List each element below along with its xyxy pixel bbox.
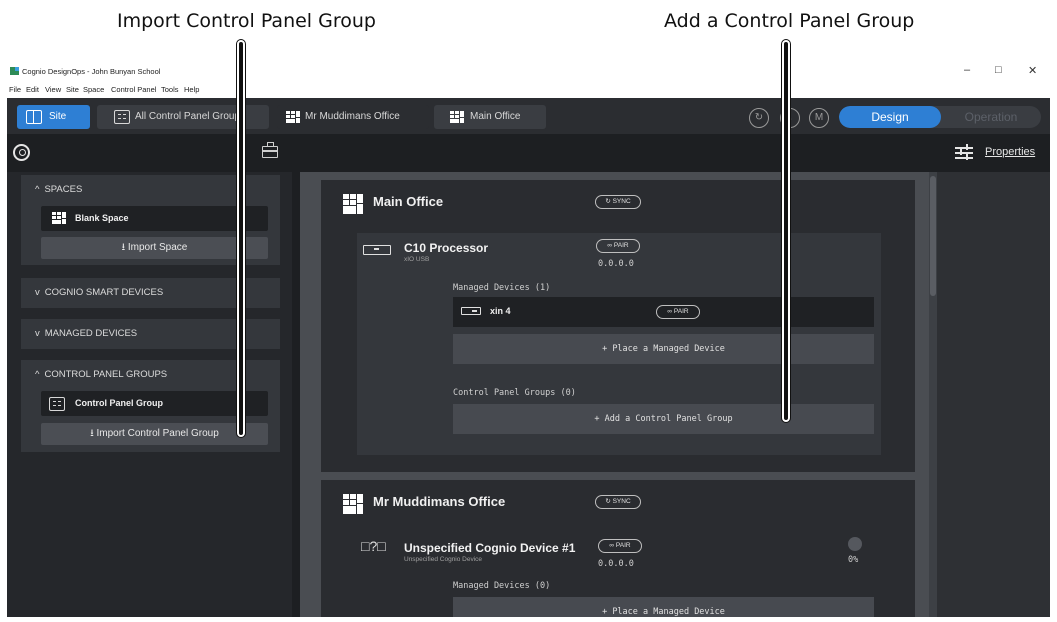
tab-main-office[interactable]: Main Office (434, 105, 546, 129)
space-grid-icon (286, 111, 300, 123)
import-space-button[interactable]: ⭳ Import Space (41, 237, 268, 259)
menu-control-panel[interactable]: Control Panel (111, 85, 156, 94)
callout-add-label: Add a Control Panel Group (664, 10, 915, 32)
callout-import-label: Import Control Panel Group (117, 10, 376, 32)
device-ip: 0.0.0.0 (598, 259, 634, 269)
space-title: Main Office (373, 194, 444, 209)
pair-button[interactable]: ∞ PAIR (598, 539, 642, 553)
space-title: Mr Muddimans Office (373, 494, 506, 509)
place-managed-device-button[interactable]: + Place a Managed Device (453, 334, 874, 364)
place-managed-device-button[interactable]: + Place a Managed Device (453, 597, 874, 617)
chevron-up-icon: ^ (35, 184, 40, 195)
import-control-panel-group-button[interactable]: ⭳ Import Control Panel Group (41, 423, 268, 445)
sliders-icon (955, 144, 973, 160)
control-panel-icon (49, 397, 65, 411)
app-window: Cognio DesignOps - John Bunyan School – … (7, 62, 1050, 617)
device-subtitle: xIO USB (404, 256, 430, 263)
managed-device-row[interactable]: xin 4 ∞ PAIR (453, 297, 874, 327)
space-card-main-office[interactable]: Main Office ↻ SYNC C10 Processor xIO USB… (321, 180, 915, 472)
site-icon (26, 110, 42, 124)
space-grid-icon (450, 111, 464, 123)
space-grid-icon (343, 494, 363, 514)
device-card-unspecified[interactable]: □?□ Unspecified Cognio Device #1 Unspeci… (357, 533, 881, 617)
properties-link[interactable]: Properties (985, 146, 1035, 158)
tab-mr-muddimans-office[interactable]: Mr Muddimans Office (277, 105, 429, 129)
unknown-device-icon: □?□ (361, 538, 386, 554)
mode-design-button[interactable]: Design (839, 106, 941, 128)
section-control-panel-groups-header[interactable]: ^ CONTROL PANEL GROUPS (35, 369, 167, 380)
chevron-down-icon: v (35, 287, 40, 298)
device-ip: 0.0.0.0 (598, 559, 634, 569)
user-avatar[interactable]: M (809, 108, 829, 128)
menu-help[interactable]: Help (184, 85, 199, 94)
maximize-button[interactable]: □ (995, 64, 1002, 76)
control-panel-groups-label: Control Panel Groups (0) (453, 388, 576, 398)
sync-icon: ↻ (754, 112, 764, 123)
menu-file[interactable]: File (9, 85, 21, 94)
scrollbar-thumb[interactable] (930, 176, 936, 296)
device-card-c10-processor[interactable]: C10 Processor xIO USB ∞ PAIR 0.0.0.0 Man… (357, 233, 881, 455)
pair-button[interactable]: ∞ PAIR (596, 239, 640, 253)
device-name: Unspecified Cognio Device #1 (404, 541, 576, 555)
sync-button[interactable]: ↻ SYNC (595, 495, 641, 509)
control-panel-icon (114, 110, 130, 124)
menu-view[interactable]: View (45, 85, 61, 94)
managed-devices-label: Managed Devices (0) (453, 581, 551, 591)
menu-site[interactable]: Site (66, 85, 79, 94)
minimize-button[interactable]: – (964, 64, 970, 76)
section-spaces-header[interactable]: ^ SPACES (35, 184, 82, 195)
device-subtitle: Unspecified Cognio Device (404, 556, 483, 563)
space-card-mr-muddimans-office[interactable]: Mr Muddimans Office ↻ SYNC □?□ Unspecifi… (321, 480, 915, 617)
menu-edit[interactable]: Edit (26, 85, 39, 94)
space-grid-icon (52, 212, 66, 224)
managed-device-name: xin 4 (490, 306, 511, 316)
callout-import-pointer (237, 40, 245, 437)
mode-toggle: Design Operation (839, 106, 1041, 128)
sidebar: ^ SPACES Blank Space ⭳ Import Space v COGN… (7, 134, 292, 617)
toolbox-icon[interactable] (262, 142, 278, 158)
tab-bar: Site All Control Panel Groups Mr Muddima… (7, 98, 1050, 134)
callout-add-pointer (782, 40, 790, 422)
window-title: Cognio DesignOps - John Bunyan School (22, 67, 161, 76)
device-name: C10 Processor (404, 241, 489, 255)
design-canvas: Main Office ↻ SYNC C10 Processor xIO USB… (297, 134, 937, 617)
close-button[interactable]: ✕ (1028, 64, 1037, 77)
mode-operation-button[interactable]: Operation (941, 106, 1041, 128)
status-indicator-icon (848, 537, 862, 551)
tab-site[interactable]: Site (17, 105, 90, 129)
chevron-down-icon: v (35, 328, 40, 339)
menu-tools[interactable]: Tools (161, 85, 179, 94)
add-control-panel-group-button[interactable]: + Add a Control Panel Group (453, 404, 874, 434)
sidebar-item-control-panel-group[interactable]: Control Panel Group (41, 391, 268, 416)
search-icon[interactable] (13, 144, 30, 161)
pair-button[interactable]: ∞ PAIR (656, 305, 700, 319)
menu-space[interactable]: Space (83, 85, 104, 94)
processor-icon (363, 245, 391, 255)
space-grid-icon (343, 194, 363, 214)
status-percent: 0% (848, 555, 859, 565)
sync-button[interactable]: ↻ SYNC (595, 195, 641, 209)
properties-panel: Properties (937, 134, 1050, 617)
title-bar: Cognio DesignOps - John Bunyan School – … (7, 62, 1050, 82)
managed-devices-label: Managed Devices (1) (453, 283, 551, 293)
sync-all-button[interactable]: ↻ (749, 108, 769, 128)
section-managed-devices-header[interactable]: v MANAGED DEVICES (35, 328, 137, 339)
device-icon (461, 307, 481, 315)
chevron-up-icon: ^ (35, 369, 40, 380)
menu-bar: File Edit View Site Space Control Panel … (7, 82, 1050, 98)
app-logo-icon (10, 67, 19, 75)
sidebar-item-blank-space[interactable]: Blank Space (41, 206, 268, 231)
section-smart-devices-header[interactable]: v COGNIO SMART DEVICES (35, 287, 163, 298)
